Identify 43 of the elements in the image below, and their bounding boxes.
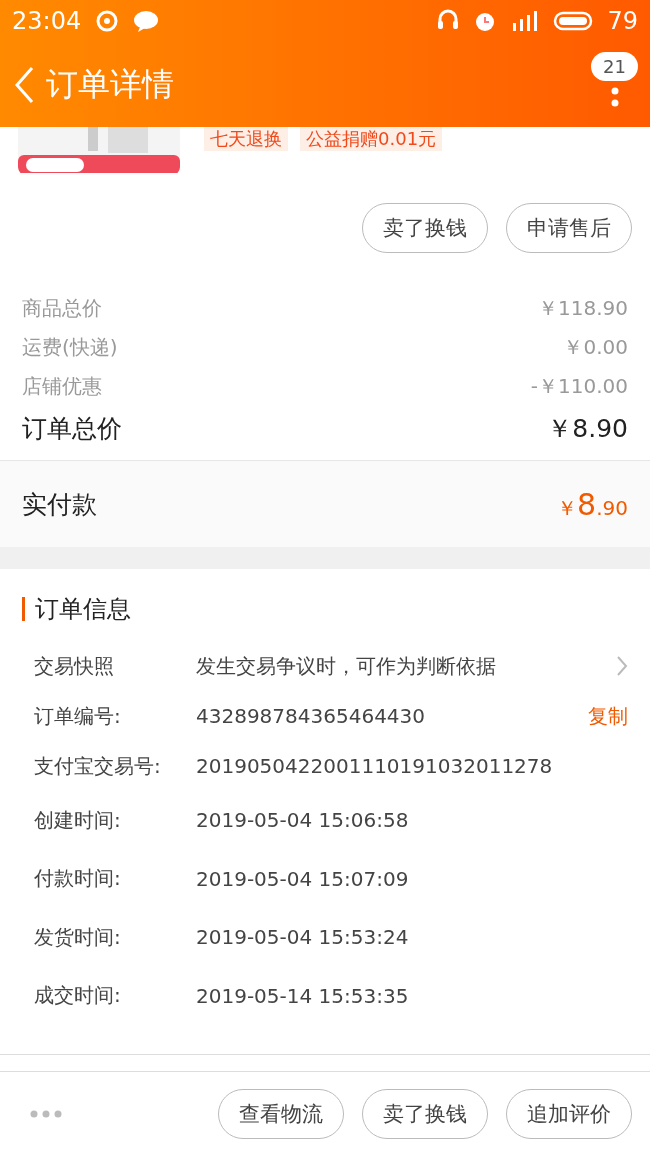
price-value: ￥0.00: [563, 334, 628, 361]
battery-level: 79: [607, 7, 638, 35]
service-tag: 七天退换: [204, 127, 288, 151]
info-value[interactable]: 发生交易争议时，可作为判断依据: [196, 652, 616, 680]
info-value: 432898784365464430: [196, 704, 427, 728]
section-title: 订单信息: [35, 594, 131, 625]
more-icon[interactable]: [610, 85, 619, 109]
service-tag: 公益捐赠0.01元: [300, 127, 443, 151]
price-value: ￥118.90: [538, 295, 628, 322]
battery-icon: [553, 10, 594, 32]
page-title: 订单详情: [46, 63, 174, 105]
info-label: 交易快照: [34, 652, 115, 680]
footer-button[interactable]: 卖了换钱: [362, 1088, 488, 1139]
paid-amount: ￥8.90: [557, 486, 628, 522]
chevron-right-icon[interactable]: [616, 655, 628, 677]
price-label: 店铺优惠: [22, 373, 102, 400]
footer-button[interactable]: 查看物流: [218, 1088, 344, 1139]
status-time: 23:04: [12, 7, 82, 35]
price-value: -￥110.00: [530, 373, 628, 400]
info-label: 成交时间:: [34, 982, 122, 1010]
info-label: 订单编号:: [34, 702, 122, 730]
info-value: 2019050422001110191032011278: [196, 754, 554, 778]
info-value: 2019-05-14 15:53:35: [196, 983, 410, 1008]
back-icon[interactable]: [12, 64, 36, 105]
price-value: ￥8.90: [547, 412, 628, 445]
footer-button[interactable]: 追加评价: [506, 1088, 632, 1139]
price-label: 商品总价: [22, 295, 102, 322]
more-dots-icon[interactable]: [30, 1109, 62, 1118]
message-badge: 21: [591, 52, 638, 81]
price-label: 订单总价: [22, 412, 122, 445]
signal-icon: [511, 9, 540, 33]
info-label: 发货时间:: [34, 923, 122, 951]
price-label: 运费(快递): [22, 334, 118, 361]
info-value: 2019-05-04 15:07:09: [196, 866, 410, 891]
info-label: 付款时间:: [34, 865, 122, 893]
chat-icon: [133, 9, 160, 33]
action-button[interactable]: 卖了换钱: [362, 203, 488, 253]
info-value: 2019-05-04 15:06:58: [196, 808, 410, 833]
info-value: 2019-05-04 15:53:24: [196, 925, 410, 950]
info-label: 支付宝交易号:: [34, 752, 162, 780]
info-label: 创建时间:: [34, 806, 122, 834]
action-button[interactable]: 申请售后: [506, 203, 632, 253]
paid-label: 实付款: [22, 488, 97, 521]
